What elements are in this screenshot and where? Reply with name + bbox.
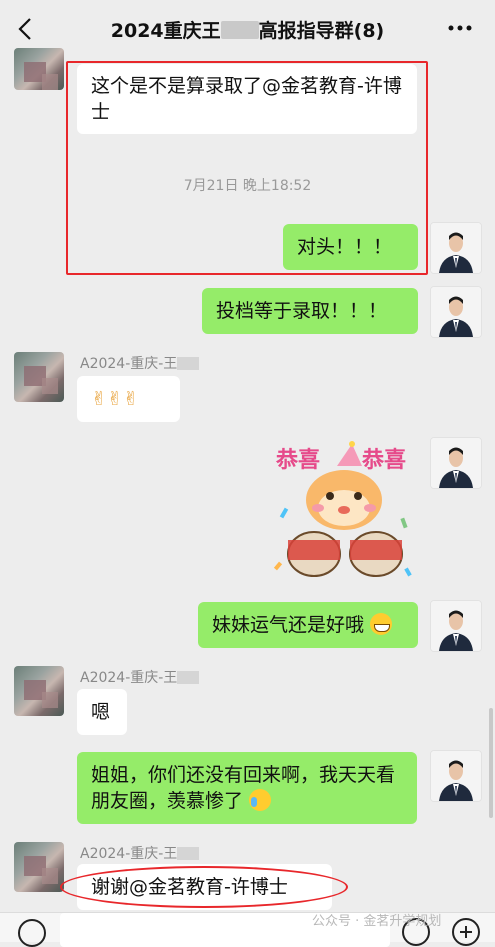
chat-title: 2024重庆王 高报指导群(8) bbox=[0, 16, 495, 43]
avatar[interactable] bbox=[14, 666, 64, 716]
businessman-icon bbox=[431, 438, 481, 488]
message-text: 投档等于录取！！！ bbox=[216, 300, 388, 322]
watermark: 公众号 · 金茗升学规划 bbox=[312, 914, 442, 929]
redaction-blur bbox=[177, 847, 200, 860]
businessman-icon bbox=[431, 223, 481, 273]
sender-name-text: A2024-重庆-王 bbox=[80, 356, 178, 372]
avatar[interactable] bbox=[430, 750, 482, 802]
avatar[interactable] bbox=[14, 352, 64, 402]
highlight-ellipse bbox=[60, 866, 348, 908]
message-bubble[interactable]: 投档等于录取！！！ bbox=[202, 288, 418, 334]
more-icon[interactable] bbox=[447, 22, 473, 34]
chat-header: 2024重庆王 高报指导群(8) bbox=[0, 0, 495, 58]
redaction-blur bbox=[220, 21, 259, 39]
message-text: ✌✌✌ bbox=[91, 388, 139, 410]
businessman-icon bbox=[431, 751, 481, 801]
laugh-cry-emoji-icon bbox=[249, 789, 272, 811]
highlight-rectangle bbox=[66, 61, 428, 275]
sender-name-text: A2024-重庆-王 bbox=[80, 846, 178, 862]
message-bubble[interactable]: 嗯 bbox=[77, 689, 127, 735]
redaction-blur bbox=[177, 357, 200, 370]
hamster-drum-icon bbox=[273, 441, 412, 577]
congrats-sticker[interactable]: 恭喜 恭喜 bbox=[262, 438, 422, 588]
grin-emoji-icon bbox=[370, 613, 393, 635]
voice-icon[interactable] bbox=[18, 919, 46, 947]
chat-title-prefix: 2024重庆王 bbox=[110, 20, 221, 42]
avatar[interactable] bbox=[14, 842, 64, 892]
message-bubble[interactable]: 姐姐，你们还没有回来啊，我天天看朋友圈，羡慕惨了 bbox=[77, 752, 417, 824]
message-bubble[interactable]: ✌✌✌ bbox=[77, 376, 180, 422]
message-text: 嗯 bbox=[91, 701, 111, 723]
sender-name: A2024-重庆-王 bbox=[80, 843, 200, 863]
avatar[interactable] bbox=[430, 437, 482, 489]
chat-title-suffix: 高报指导群(8) bbox=[258, 20, 385, 42]
message-text: 妹妹运气还是好哦 bbox=[212, 614, 365, 636]
message-text: 姐姐，你们还没有回来啊，我天天看朋友圈，羡慕惨了 bbox=[91, 764, 396, 812]
avatar[interactable] bbox=[14, 48, 64, 90]
businessman-icon bbox=[431, 287, 481, 337]
sender-name-text: A2024-重庆-王 bbox=[80, 670, 178, 686]
message-bubble[interactable]: 妹妹运气还是好哦 bbox=[198, 602, 418, 648]
sender-name: A2024-重庆-王 bbox=[80, 353, 200, 373]
avatar[interactable] bbox=[430, 222, 482, 274]
avatar[interactable] bbox=[430, 286, 482, 338]
avatar[interactable] bbox=[430, 600, 482, 652]
plus-icon[interactable] bbox=[452, 918, 480, 946]
sender-name: A2024-重庆-王 bbox=[80, 667, 200, 687]
scrollbar[interactable] bbox=[489, 708, 493, 818]
redaction-blur bbox=[177, 671, 200, 684]
businessman-icon bbox=[431, 601, 481, 651]
